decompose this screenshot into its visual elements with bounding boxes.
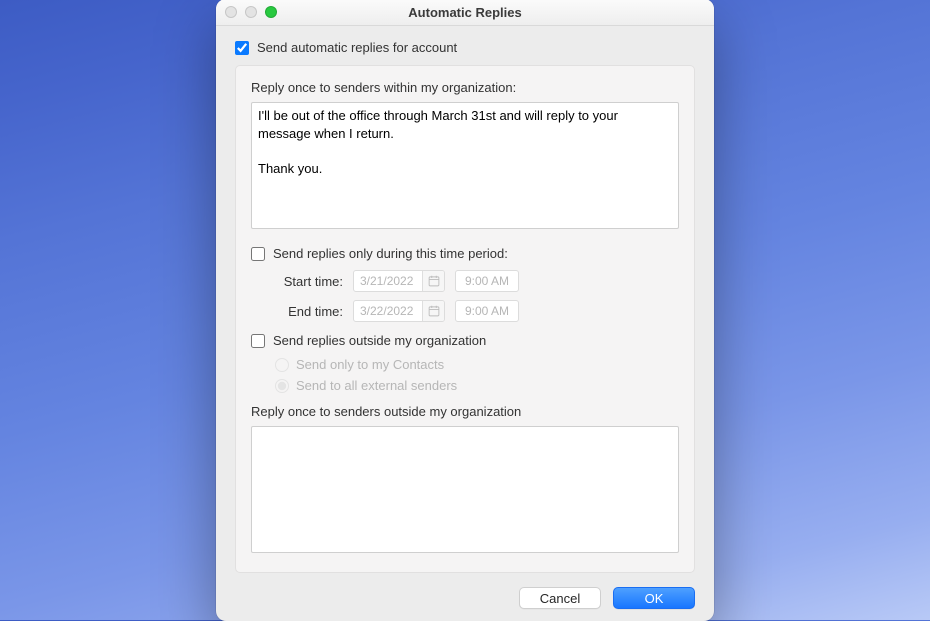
dialog-body: Send automatic replies for account Reply…	[216, 26, 714, 621]
dialog-footer: Cancel OK	[235, 587, 695, 609]
ok-button[interactable]: OK	[613, 587, 695, 609]
time-period-label: Send replies only during this time perio…	[273, 246, 508, 261]
enable-auto-reply-row: Send automatic replies for account	[235, 40, 695, 55]
start-date-calendar-button[interactable]	[422, 271, 444, 291]
external-scope-radios: Send only to my Contacts Send to all ext…	[275, 354, 679, 396]
internal-reply-label: Reply once to senders within my organiza…	[251, 80, 679, 95]
time-period-row: Send replies only during this time perio…	[251, 246, 679, 261]
end-date-field	[353, 300, 445, 322]
external-message-label: Reply once to senders outside my organiz…	[251, 404, 679, 419]
external-reply-checkbox[interactable]	[251, 334, 265, 348]
start-time-row: Start time:	[275, 269, 679, 293]
calendar-icon	[428, 275, 440, 287]
all-external-row: Send to all external senders	[275, 375, 679, 396]
titlebar: Automatic Replies	[216, 0, 714, 26]
time-period-fields: Start time: End time:	[275, 269, 679, 323]
enable-auto-reply-checkbox[interactable]	[235, 41, 249, 55]
external-reply-label: Send replies outside my organization	[273, 333, 486, 348]
start-date-input[interactable]	[354, 274, 422, 288]
automatic-replies-window: Automatic Replies Send automatic replies…	[216, 0, 714, 621]
enable-auto-reply-label: Send automatic replies for account	[257, 40, 457, 55]
end-time-row: End time:	[275, 299, 679, 323]
end-date-input[interactable]	[354, 304, 422, 318]
settings-panel: Reply once to senders within my organiza…	[235, 65, 695, 573]
end-time-input[interactable]	[456, 301, 518, 321]
start-time-field	[455, 270, 519, 292]
window-title: Automatic Replies	[216, 5, 714, 20]
all-external-radio[interactable]	[275, 379, 289, 393]
contacts-only-row: Send only to my Contacts	[275, 354, 679, 375]
cancel-button[interactable]: Cancel	[519, 587, 601, 609]
end-time-field	[455, 300, 519, 322]
time-period-checkbox[interactable]	[251, 247, 265, 261]
end-time-label: End time:	[275, 304, 343, 319]
start-time-label: Start time:	[275, 274, 343, 289]
minimize-icon[interactable]	[245, 6, 257, 18]
zoom-icon[interactable]	[265, 6, 277, 18]
window-controls	[225, 6, 277, 18]
end-date-calendar-button[interactable]	[422, 301, 444, 321]
external-reply-row: Send replies outside my organization	[251, 333, 679, 348]
start-date-field	[353, 270, 445, 292]
external-reply-textarea[interactable]	[251, 426, 679, 553]
start-time-input[interactable]	[456, 271, 518, 291]
calendar-icon	[428, 305, 440, 317]
close-icon[interactable]	[225, 6, 237, 18]
all-external-label: Send to all external senders	[296, 378, 457, 393]
contacts-only-radio[interactable]	[275, 358, 289, 372]
internal-reply-textarea[interactable]	[251, 102, 679, 229]
contacts-only-label: Send only to my Contacts	[296, 357, 444, 372]
